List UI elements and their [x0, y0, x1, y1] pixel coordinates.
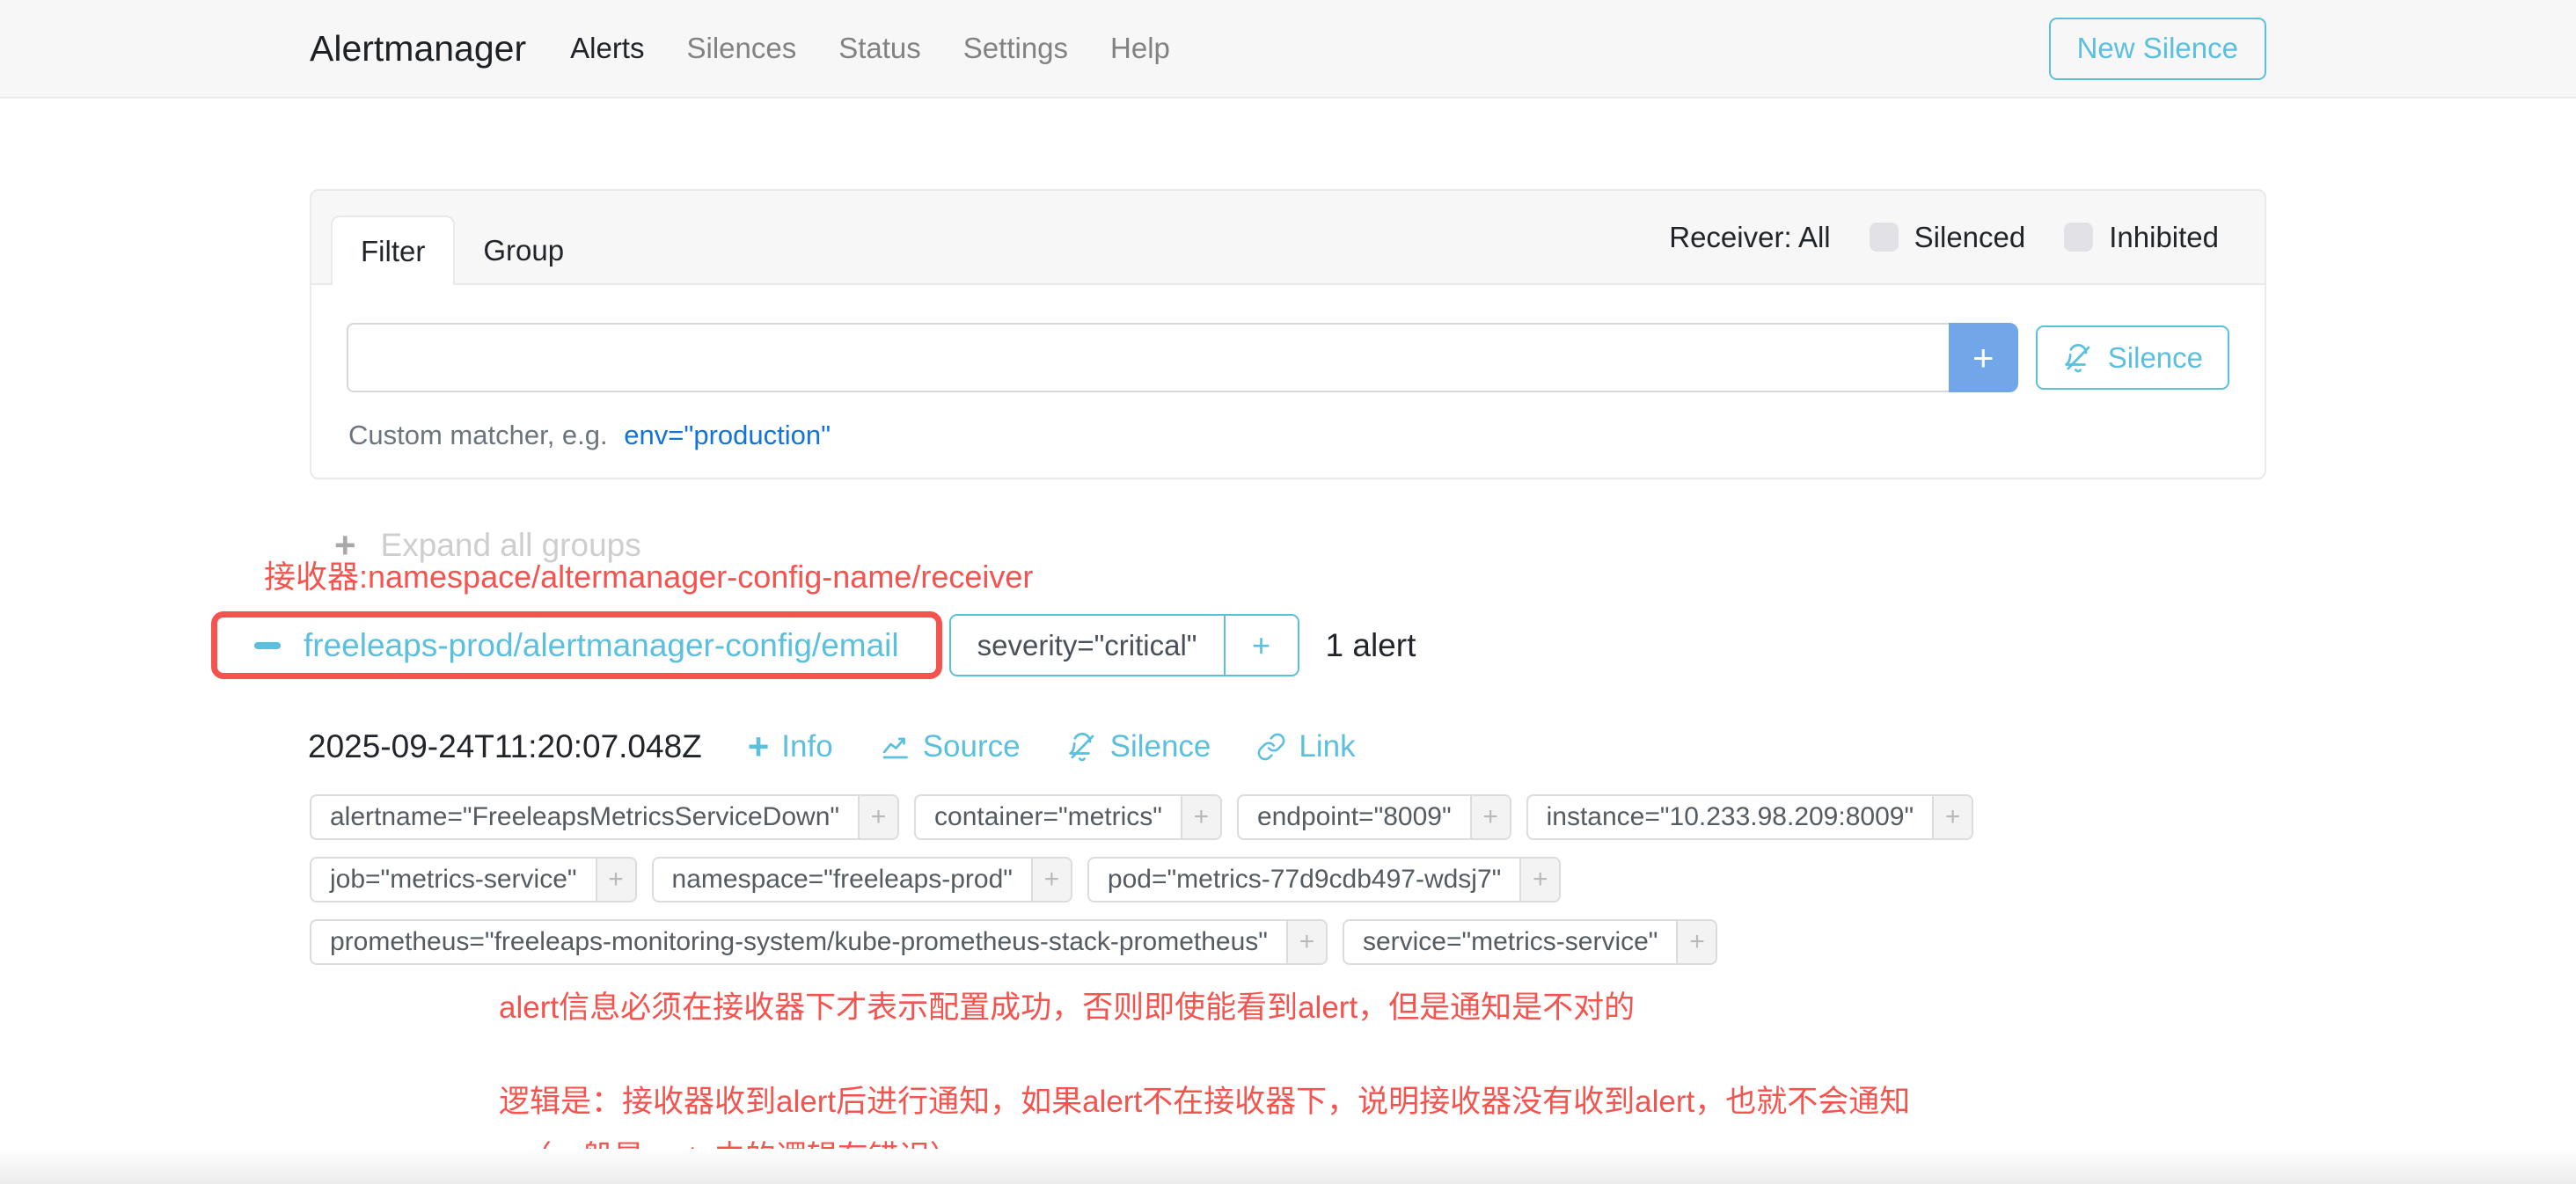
- inhibited-toggle[interactable]: Inhibited: [2064, 221, 2219, 254]
- alert-link-button[interactable]: Link: [1256, 729, 1355, 764]
- label-text: namespace="freeleaps-prod": [654, 859, 1031, 901]
- source-label: Source: [923, 729, 1021, 764]
- alert-group-header: freeleaps-prod/alertmanager-config/email…: [211, 611, 2576, 679]
- nav-alerts[interactable]: Alerts: [570, 32, 644, 65]
- label-tag: alertname="FreeleapsMetricsServiceDown" …: [310, 794, 899, 840]
- link-icon: [1256, 732, 1286, 762]
- plus-icon: +: [748, 728, 770, 765]
- label-text: service="metrics-service": [1344, 921, 1677, 963]
- label-add-filter-button[interactable]: +: [858, 796, 897, 838]
- label-add-filter-button[interactable]: +: [1676, 921, 1716, 963]
- custom-matcher-hint: Custom matcher, e.g. env="production": [347, 420, 2229, 451]
- label-text: job="metrics-service": [311, 859, 596, 901]
- alert-info-button[interactable]: + Info: [748, 728, 833, 765]
- silenced-label: Silenced: [1914, 221, 2026, 254]
- label-tag: job="metrics-service" +: [310, 857, 637, 903]
- tab-filter[interactable]: Filter: [331, 216, 455, 285]
- annotation-receiver-note: 接收器:namespace/altermanager-config-name/r…: [264, 552, 2576, 597]
- tab-group[interactable]: Group: [455, 216, 592, 285]
- new-silence-button[interactable]: New Silence: [2049, 18, 2266, 80]
- alert-source-link[interactable]: Source: [879, 729, 1021, 764]
- brand[interactable]: Alertmanager: [310, 28, 526, 69]
- nav-silences[interactable]: Silences: [686, 32, 796, 65]
- inhibited-checkbox[interactable]: [2064, 223, 2093, 252]
- group-name: freeleaps-prod/alertmanager-config/email: [304, 627, 899, 664]
- label-text: alertname="FreeleapsMetricsServiceDown": [311, 796, 858, 838]
- group-matcher-add-button[interactable]: +: [1224, 616, 1298, 675]
- label-text: endpoint="8009": [1239, 796, 1470, 838]
- bottom-strip: [0, 1149, 2576, 1184]
- silence-label: Silence: [1110, 729, 1211, 764]
- alert-timestamp: 2025-09-24T11:20:07.048Z: [308, 728, 702, 765]
- collapse-minus-icon: [254, 642, 281, 649]
- alert-count: 1 alert: [1326, 627, 1416, 664]
- nav-settings[interactable]: Settings: [963, 32, 1068, 65]
- matcher-input[interactable]: [347, 323, 1949, 392]
- label-text: container="metrics": [916, 796, 1181, 838]
- filter-card-header: Filter Group Receiver: All Silenced Inhi…: [311, 191, 2265, 285]
- silenced-checkbox[interactable]: [1870, 223, 1899, 252]
- label-tag: instance="10.233.98.209:8009" +: [1526, 794, 1973, 840]
- chart-line-icon: [879, 731, 911, 763]
- hint-example-link[interactable]: env="production": [624, 420, 831, 450]
- group-matcher-label[interactable]: severity="critical": [951, 616, 1224, 675]
- inhibited-label: Inhibited: [2109, 221, 2219, 254]
- label-add-filter-button[interactable]: +: [1031, 859, 1071, 901]
- label-add-filter-button[interactable]: +: [1181, 796, 1220, 838]
- label-tag: endpoint="8009" +: [1237, 794, 1511, 840]
- receiver-selector[interactable]: Receiver: All: [1669, 221, 1830, 254]
- label-tag: namespace="freeleaps-prod" +: [652, 857, 1072, 903]
- annotation-config-note: alert信息必须在接收器下才表示配置成功，否则即使能看到alert，但是通知是…: [499, 983, 2576, 1027]
- alert-silence-button[interactable]: Silence: [1066, 729, 1211, 764]
- label-text: pod="metrics-77d9cdb497-wdsj7": [1089, 859, 1519, 901]
- label-text: prometheus="freeleaps-monitoring-system/…: [311, 921, 1286, 963]
- silenced-toggle[interactable]: Silenced: [1870, 221, 2026, 254]
- label-add-filter-button[interactable]: +: [596, 859, 635, 901]
- label-tag: prometheus="freeleaps-monitoring-system/…: [310, 919, 1328, 965]
- annotation-highlight-box: freeleaps-prod/alertmanager-config/email: [211, 611, 942, 679]
- label-add-filter-button[interactable]: +: [1932, 796, 1972, 838]
- group-matcher-tag: severity="critical" +: [949, 614, 1299, 676]
- filter-card-body: + Silence Custom matcher, e.g. env="prod…: [311, 285, 2265, 478]
- label-text: instance="10.233.98.209:8009": [1528, 796, 1932, 838]
- filter-options: Receiver: All Silenced Inhibited: [1669, 191, 2219, 283]
- label-add-filter-button[interactable]: +: [1519, 859, 1559, 901]
- annotation-logic-note: 逻辑是：接收器收到alert后进行通知，如果alert不在接收器下，说明接收器没…: [499, 1077, 2576, 1122]
- alert-row-actions: 2025-09-24T11:20:07.048Z + Info Source S…: [308, 728, 2576, 765]
- info-label: Info: [781, 729, 832, 764]
- group-collapse-button[interactable]: freeleaps-prod/alertmanager-config/email: [221, 619, 933, 671]
- nav-help[interactable]: Help: [1110, 32, 1170, 65]
- alert-labels: alertname="FreeleapsMetricsServiceDown" …: [310, 794, 1999, 965]
- add-matcher-button[interactable]: +: [1949, 323, 2018, 392]
- hint-text: Custom matcher, e.g.: [348, 420, 608, 450]
- label-add-filter-button[interactable]: +: [1286, 921, 1326, 963]
- label-tag: pod="metrics-77d9cdb497-wdsj7" +: [1087, 857, 1561, 903]
- bell-slash-icon: [1066, 731, 1098, 763]
- link-label: Link: [1299, 729, 1355, 764]
- bell-slash-icon: [2062, 342, 2094, 374]
- silence-button-label: Silence: [2108, 341, 2203, 375]
- filter-card: Filter Group Receiver: All Silenced Inhi…: [310, 189, 2266, 479]
- silence-from-filter-button[interactable]: Silence: [2036, 325, 2229, 390]
- label-tag: container="metrics" +: [914, 794, 1222, 840]
- label-add-filter-button[interactable]: +: [1470, 796, 1510, 838]
- label-tag: service="metrics-service" +: [1343, 919, 1718, 965]
- nav-status[interactable]: Status: [838, 32, 921, 65]
- navbar: Alertmanager Alerts Silences Status Sett…: [0, 0, 2576, 99]
